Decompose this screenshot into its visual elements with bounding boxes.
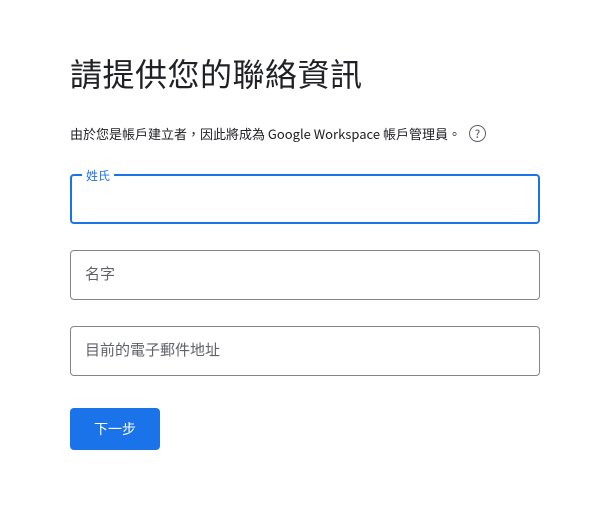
email-input[interactable]	[70, 326, 540, 376]
first-name-input[interactable]	[70, 250, 540, 300]
first-name-field-group	[70, 250, 540, 300]
page-title: 請提供您的聯絡資訊	[70, 50, 540, 96]
subtext-row: 由於您是帳戶建立者，因此將成為 Google Workspace 帳戶管理員。 …	[70, 124, 540, 144]
last-name-input[interactable]	[70, 174, 540, 224]
email-field-group	[70, 326, 540, 376]
last-name-label: 姓氏	[82, 167, 114, 184]
help-icon[interactable]: ?	[469, 125, 486, 142]
subtext: 由於您是帳戶建立者，因此將成為 Google Workspace 帳戶管理員。	[70, 124, 461, 144]
next-button[interactable]: 下一步	[70, 408, 160, 450]
last-name-field-group: 姓氏	[70, 174, 540, 224]
